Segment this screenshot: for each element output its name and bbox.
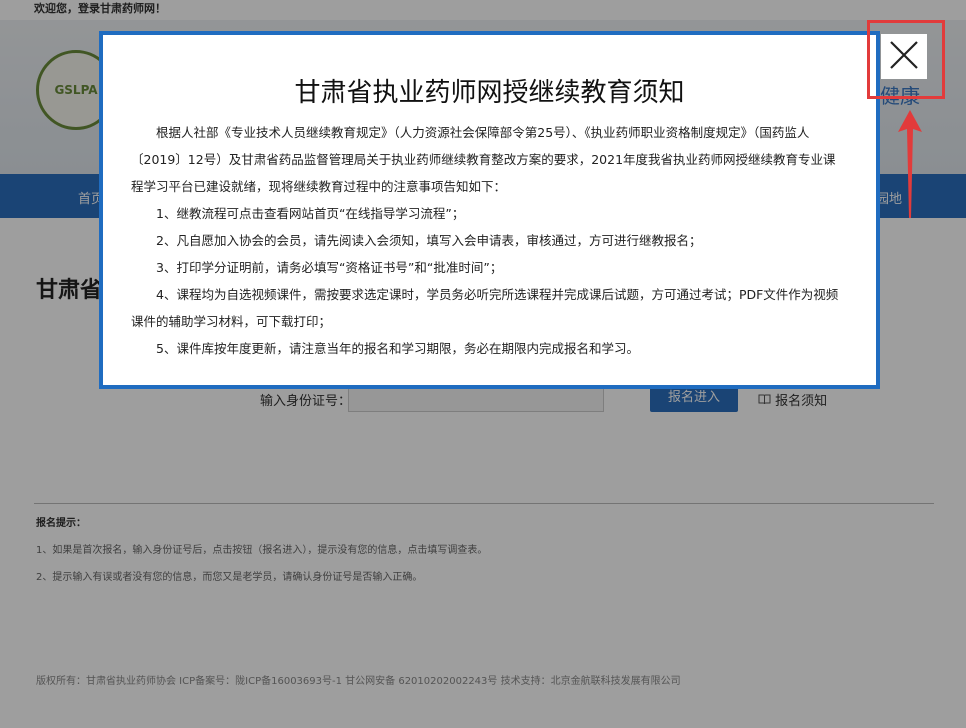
notice-item: 3、打印学分证明前，请务必填写“资格证书号”和“批准时间”； <box>156 260 503 275</box>
notice-item: 2、凡自愿加入协会的会员，请先阅读入会须知，填写入会申请表，审核通过，方可进行继… <box>156 233 702 248</box>
modal-body: 根据人社部《专业技术人员继续教育规定》（人力资源社会保障部令第25号）、《执业药… <box>131 119 848 362</box>
modal-intro: 根据人社部《专业技术人员继续教育规定》（人力资源社会保障部令第25号）、《执业药… <box>131 125 836 194</box>
modal-title: 甘肃省执业药师网授继续教育须知 <box>294 78 685 108</box>
notice-item: 1、继教流程可点击查看网站首页“在线指导学习流程”； <box>156 206 465 221</box>
arrow-up-icon <box>898 110 922 218</box>
notice-item: 4、课程均为自选视频课件，需按要求选定课时，学员务必听完所选课程并完成课后试题，… <box>131 287 839 329</box>
annotation-highlight-box <box>867 20 945 99</box>
notice-item: 5、课件库按年度更新，请注意当年的报名和学习期限，务必在期限内完成报名和学习。 <box>156 341 639 356</box>
notice-modal: 甘肃省执业药师网授继续教育须知 根据人社部《专业技术人员继续教育规定》（人力资源… <box>99 31 880 389</box>
